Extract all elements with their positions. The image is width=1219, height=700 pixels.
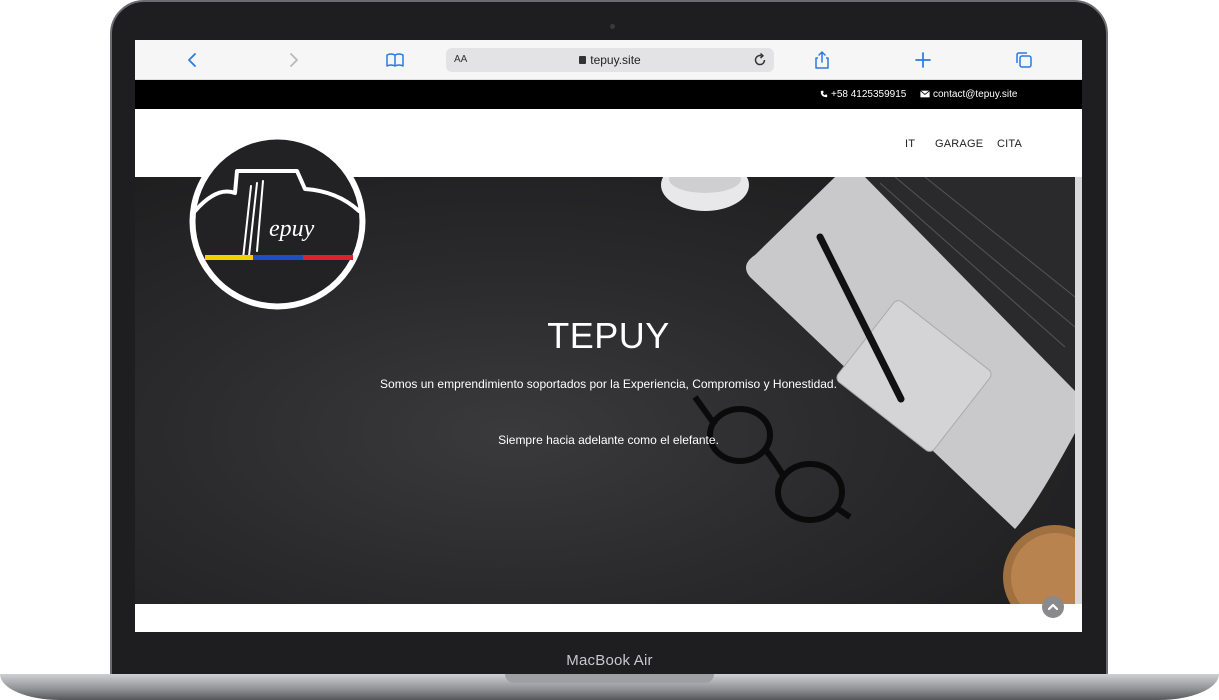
reload-icon[interactable] [752, 51, 768, 74]
glasses-shape [692, 395, 852, 523]
page-footer-strip [135, 604, 1082, 632]
nav-item-cita[interactable]: CITA [997, 138, 1022, 150]
hero-title: TEPUY [547, 315, 670, 356]
hero-tagline: Somos un emprendimiento soportados por l… [380, 377, 837, 391]
camera [610, 24, 615, 29]
nav-item-garage[interactable]: GARAGE [935, 138, 983, 150]
forward-icon[interactable] [282, 49, 304, 71]
back-icon[interactable] [182, 49, 204, 71]
new-tab-icon[interactable] [912, 49, 934, 71]
email-contact[interactable]: contact@tepuy.site [920, 89, 1017, 100]
stage: MacBook Air AA tepuy.site +58 4125359915… [0, 0, 1219, 700]
logo-wordmark: epuy [269, 216, 315, 242]
address-bar[interactable]: AA tepuy.site [446, 48, 774, 72]
tabs-icon[interactable] [1013, 49, 1035, 71]
tepuy-logo[interactable]: epuy [187, 131, 368, 312]
lock-icon [579, 56, 587, 64]
laptop-notch [505, 674, 714, 683]
phone-contact[interactable]: +58 4125359915 [820, 89, 906, 100]
hero-motto: Siempre hacia adelante como el elefante. [498, 433, 719, 447]
browser-toolbar: AA tepuy.site [135, 40, 1082, 80]
bookmarks-icon[interactable] [384, 49, 406, 71]
nav-item-it[interactable]: IT [905, 138, 915, 150]
share-icon[interactable] [811, 49, 833, 71]
screen: AA tepuy.site +58 4125359915 contact@tep… [135, 40, 1082, 632]
contact-bar: +58 4125359915 contact@tepuy.site [135, 80, 1082, 109]
device-label: MacBook Air [566, 652, 653, 669]
email-address: contact@tepuy.site [933, 89, 1018, 100]
chevron-up-icon [1047, 603, 1059, 611]
phone-icon [820, 90, 828, 98]
url-host-wrap: tepuy.site [446, 53, 774, 67]
scroll-to-top-button[interactable] [1042, 596, 1064, 618]
phone-number: +58 4125359915 [831, 89, 907, 100]
envelope-icon [920, 90, 930, 98]
url-host: tepuy.site [590, 53, 641, 67]
